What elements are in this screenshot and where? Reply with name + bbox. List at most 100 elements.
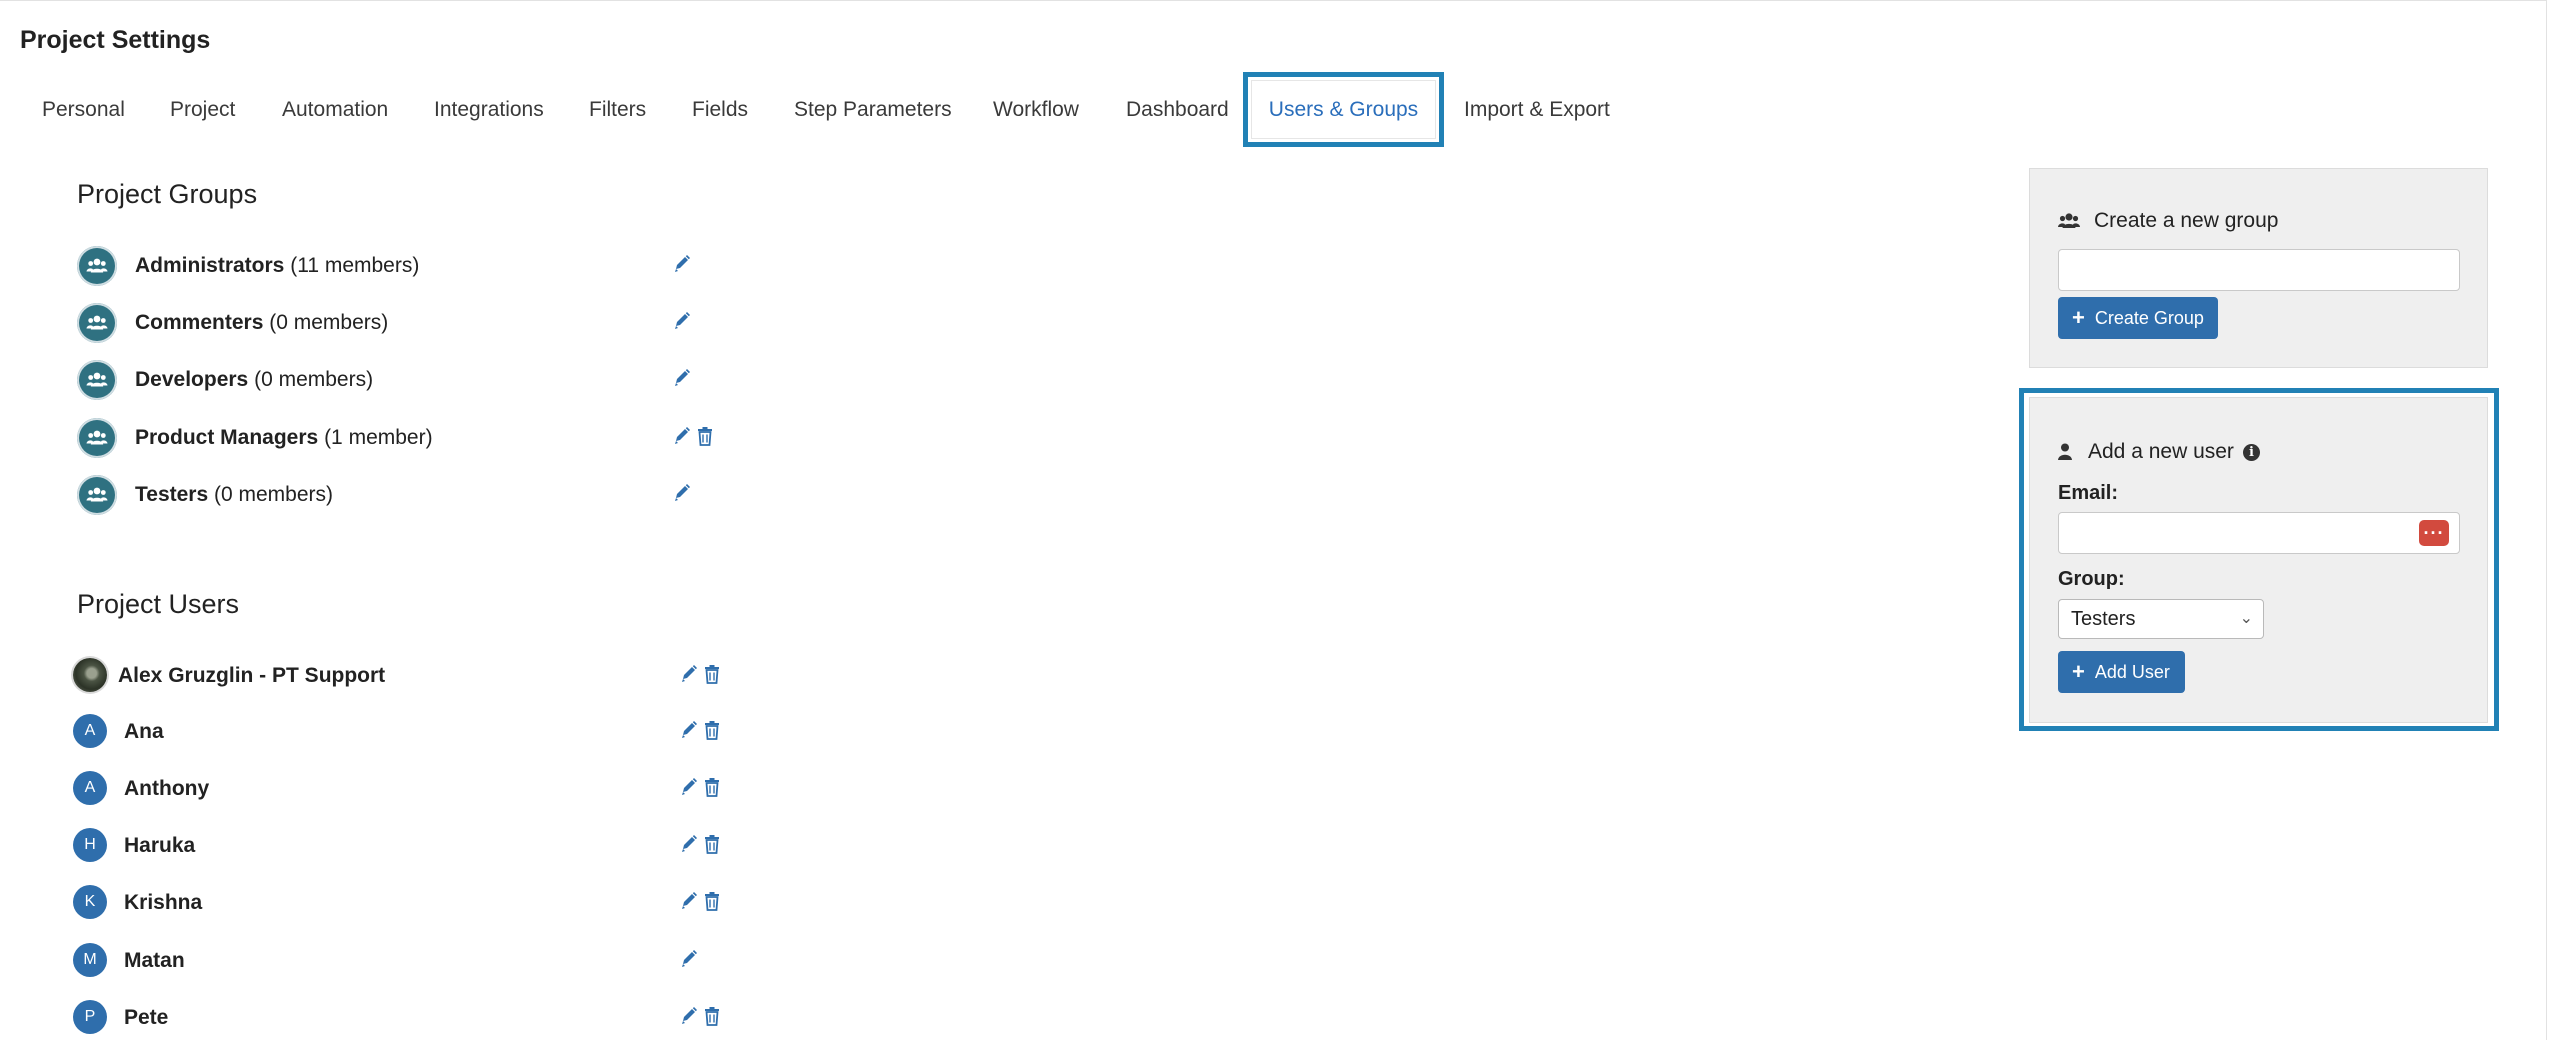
group-icon <box>77 360 117 400</box>
group-name-input[interactable] <box>2058 249 2460 291</box>
add-user-heading: Add a new user i <box>2058 440 2260 464</box>
group-icon <box>77 418 117 458</box>
group-row: Developers (0 members) <box>77 358 737 402</box>
create-group-heading-text: Create a new group <box>2094 209 2279 232</box>
user-name: Anthony <box>124 777 210 800</box>
avatar: A <box>73 714 107 748</box>
edit-user-icon[interactable] <box>680 777 698 797</box>
avatar: K <box>73 885 107 919</box>
edit-user-icon[interactable] <box>680 834 698 854</box>
plus-icon: + <box>2072 305 2085 330</box>
add-user-panel: Add a new user i Email: ··· Group: Teste… <box>2029 397 2488 723</box>
avatar: P <box>73 1000 107 1034</box>
group-name-label: Developers <box>135 368 249 391</box>
group-name[interactable]: Testers (0 members) <box>135 483 333 507</box>
page-title: Project Settings <box>20 26 211 54</box>
group-name[interactable]: Developers (0 members) <box>135 368 373 392</box>
tab-import-export[interactable]: Import & Export <box>1464 72 1610 147</box>
group-name-label: Administrators <box>135 254 285 277</box>
user-name: Pete <box>124 1006 169 1029</box>
group-member-count: (0 members) <box>269 311 389 334</box>
tab-step-parameters[interactable]: Step Parameters <box>794 72 952 147</box>
tab-workflow[interactable]: Workflow <box>993 72 1079 147</box>
users-icon <box>2058 213 2080 228</box>
edit-user-icon[interactable] <box>680 891 698 911</box>
chevron-down-icon: ⌄ <box>2239 610 2253 627</box>
edit-group-icon[interactable] <box>673 368 691 388</box>
group-icon <box>77 246 117 286</box>
group-name-label: Product Managers <box>135 426 319 449</box>
group-label: Group: <box>2058 568 2125 590</box>
user-name: Alex Gruzglin - PT Support <box>118 664 386 687</box>
group-name[interactable]: Administrators (11 members) <box>135 254 419 278</box>
edit-group-icon[interactable] <box>673 483 691 503</box>
tab-project[interactable]: Project <box>170 72 235 147</box>
delete-user-icon[interactable] <box>703 1006 721 1026</box>
edit-user-icon[interactable] <box>680 1006 698 1026</box>
info-icon[interactable]: i <box>2242 443 2260 461</box>
user-name: Ana <box>124 720 164 743</box>
user-row: A Ana <box>73 710 743 754</box>
group-icon <box>77 303 117 343</box>
plus-icon: + <box>2072 659 2085 684</box>
user-row: P Pete <box>73 996 743 1040</box>
delete-user-icon[interactable] <box>703 777 721 797</box>
tab-filters[interactable]: Filters <box>589 72 646 147</box>
create-group-panel: Create a new group + Create Group <box>2029 168 2488 368</box>
tab-fields[interactable]: Fields <box>692 72 748 147</box>
group-row: Product Managers (1 member) <box>77 416 737 460</box>
add-user-button-label: Add User <box>2094 661 2170 682</box>
group-icon <box>77 475 117 515</box>
group-row: Administrators (11 members) <box>77 244 737 288</box>
user-row: A Anthony <box>73 767 743 811</box>
avatar: A <box>73 771 107 805</box>
avatar <box>73 658 107 692</box>
user-row: M Matan <box>73 939 743 983</box>
edit-group-icon[interactable] <box>673 311 691 331</box>
group-member-count: (0 members) <box>214 483 334 506</box>
edit-user-icon[interactable] <box>680 720 698 740</box>
avatar: M <box>73 943 107 977</box>
user-name: Haruka <box>124 834 196 857</box>
edit-group-icon[interactable] <box>673 254 691 274</box>
delete-user-icon[interactable] <box>703 720 721 740</box>
password-manager-icon[interactable]: ··· <box>2419 520 2449 546</box>
user-name: Krishna <box>124 891 203 914</box>
group-member-count: (11 members) <box>290 254 420 277</box>
group-name-label: Testers <box>135 483 209 506</box>
project-users-title: Project Users <box>77 589 240 619</box>
avatar: H <box>73 828 107 862</box>
tab-dashboard[interactable]: Dashboard <box>1126 72 1229 147</box>
user-row: H Haruka <box>73 824 743 868</box>
tab-personal[interactable]: Personal <box>42 72 125 147</box>
group-select[interactable]: Testers ⌄ <box>2058 599 2264 639</box>
tab-users-groups[interactable]: Users & Groups <box>1243 72 1444 147</box>
edit-user-icon[interactable] <box>680 664 698 684</box>
create-group-button-label: Create Group <box>2094 307 2204 328</box>
group-row: Commenters (0 members) <box>77 301 737 345</box>
tab-integrations[interactable]: Integrations <box>434 72 544 147</box>
create-group-button[interactable]: + Create Group <box>2058 297 2218 339</box>
group-member-count: (0 members) <box>254 368 374 391</box>
edit-group-icon[interactable] <box>673 426 691 446</box>
group-row: Testers (0 members) <box>77 473 737 517</box>
delete-user-icon[interactable] <box>703 664 721 684</box>
tab-automation[interactable]: Automation <box>282 72 388 147</box>
group-member-count: (1 member) <box>324 426 433 449</box>
user-row: K Krishna <box>73 881 743 925</box>
create-group-heading: Create a new group <box>2058 209 2278 233</box>
project-groups-title: Project Groups <box>77 179 258 209</box>
delete-user-icon[interactable] <box>703 834 721 854</box>
add-user-heading-text: Add a new user <box>2088 440 2234 463</box>
user-row: Alex Gruzglin - PT Support <box>73 654 743 698</box>
group-name-label: Commenters <box>135 311 264 334</box>
add-user-button[interactable]: + Add User <box>2058 651 2185 693</box>
group-name[interactable]: Commenters (0 members) <box>135 311 388 335</box>
delete-group-icon[interactable] <box>696 426 714 446</box>
group-select-value: Testers <box>2071 608 2136 630</box>
email-field[interactable]: ··· <box>2058 512 2460 554</box>
edit-user-icon[interactable] <box>680 949 698 969</box>
group-name[interactable]: Product Managers (1 member) <box>135 426 433 450</box>
email-label: Email: <box>2058 482 2119 504</box>
delete-user-icon[interactable] <box>703 891 721 911</box>
